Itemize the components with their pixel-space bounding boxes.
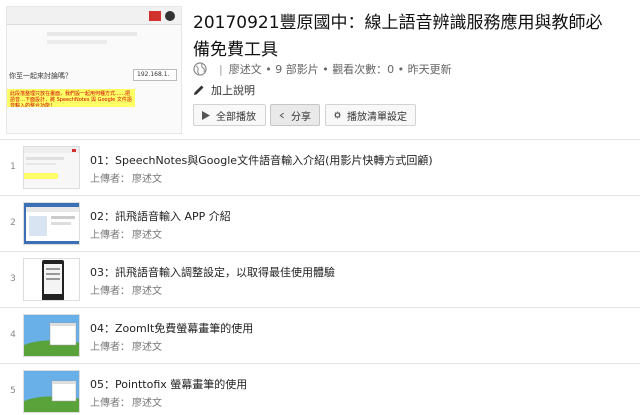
view-count: 觀看次數：0 [332, 63, 395, 76]
video-uploader: 上傳者： 廖述文 [90, 170, 162, 185]
video-uploader: 上傳者： 廖述文 [90, 226, 162, 241]
video-index: 1 [10, 162, 16, 172]
share-button[interactable]: 分享 [270, 104, 320, 126]
uploader-name-link[interactable]: 廖述文 [132, 286, 162, 297]
video-uploader: 上傳者： 廖述文 [90, 338, 162, 353]
cover-avatar [165, 11, 175, 21]
playlist-settings-label: 播放清單設定 [347, 111, 407, 123]
play-icon [202, 110, 210, 120]
video-index: 4 [10, 330, 16, 340]
video-title-link[interactable]: 02：訊飛語音輸入 APP 介紹 [90, 208, 231, 224]
video-uploader: 上傳者： 廖述文 [90, 394, 162, 409]
uploader-name-link[interactable]: 廖述文 [132, 342, 162, 353]
playlist-title: 20170921豐原國中：線上語音辨識服務應用與教師必備免費工具 [193, 13, 603, 60]
playlist-video-row[interactable]: 1 01：SpeechNotes與Google文件語音輸入介紹(用影片快轉方式回… [0, 139, 640, 195]
video-index: 5 [10, 386, 16, 396]
add-description-label: 加上說明 [211, 84, 255, 97]
share-icon [279, 112, 284, 118]
pencil-icon [194, 85, 204, 95]
cover-note: 此段落整理只放在畫面，我們設一起用何種方式……把語音…下面設計，將 Speech… [7, 89, 135, 107]
video-uploader: 上傳者： 廖述文 [90, 282, 162, 297]
thumbnail-image [24, 203, 79, 244]
playlist-header: 你至一起來討論嗎？ 192.168.1. 此段落整理只放在畫面，我們設一起用何種… [0, 0, 640, 140]
thumbnail-image [24, 315, 79, 356]
playlist-video-row[interactable]: 2 02：訊飛語音輸入 APP 介紹 上傳者： 廖述文 [0, 195, 640, 251]
globe-icon [193, 62, 207, 76]
video-title-link[interactable]: 04：ZoomIt免費螢幕畫筆的使用 [90, 320, 253, 336]
video-title-link[interactable]: 03：訊飛語音輸入調整設定，以取得最佳使用體驗 [90, 264, 335, 280]
uploader-label: 上傳者： [90, 286, 130, 297]
playlist-settings-button[interactable]: 播放清單設定 [325, 104, 416, 126]
playlist-video-row[interactable]: 5 05：Pointtofix 螢幕畫筆的使用 上傳者： 廖述文 [0, 363, 640, 415]
play-all-label: 全部播放 [216, 111, 256, 123]
playlist-owner-link[interactable]: 廖述文 [229, 61, 262, 77]
video-title-link[interactable]: 01：SpeechNotes與Google文件語音輸入介紹(用影片快轉方式回顧) [90, 152, 433, 168]
thumbnail-image [24, 147, 79, 188]
cover-line [47, 32, 137, 36]
meta-dot: • [318, 62, 333, 76]
video-thumbnail[interactable] [23, 370, 80, 413]
cover-logo [149, 11, 161, 21]
updated-date: 昨天更新 [407, 63, 452, 76]
meta-divider: | [219, 62, 223, 76]
uploader-name-link[interactable]: 廖述文 [132, 174, 162, 185]
playlist-meta: | 廖述文 • 9 部影片 • 觀看次數：0 • 昨天更新 [193, 60, 452, 78]
uploader-name-link[interactable]: 廖述文 [132, 398, 162, 409]
uploader-label: 上傳者： [90, 342, 130, 353]
video-title-link[interactable]: 05：Pointtofix 螢幕畫筆的使用 [90, 376, 247, 392]
video-index: 3 [10, 274, 16, 284]
video-index: 2 [10, 218, 16, 228]
cover-ip: 192.168.1. [133, 69, 177, 81]
uploader-label: 上傳者： [90, 230, 130, 241]
video-thumbnail[interactable] [23, 202, 80, 245]
uploader-label: 上傳者： [90, 174, 130, 185]
video-thumbnail[interactable] [23, 146, 80, 189]
meta-dot: • [394, 62, 408, 76]
video-thumbnail[interactable] [23, 258, 80, 301]
add-description-button[interactable]: 加上說明 [193, 82, 255, 98]
meta-dot: • [261, 62, 276, 76]
cover-heading: 你至一起來討論嗎？ [9, 72, 72, 80]
video-thumbnail[interactable] [23, 314, 80, 357]
playlist-video-row[interactable]: 4 04：ZoomIt免費螢幕畫筆的使用 上傳者： 廖述文 [0, 307, 640, 363]
uploader-label: 上傳者： [90, 398, 130, 409]
video-count: 9 部影片 [275, 63, 319, 76]
thumbnail-image [24, 371, 79, 412]
thumbnail-image [24, 259, 79, 300]
share-label: 分享 [291, 111, 311, 123]
cover-line [47, 40, 107, 44]
uploader-name-link[interactable]: 廖述文 [132, 230, 162, 241]
playlist-video-row[interactable]: 3 03：訊飛語音輸入調整設定，以取得最佳使用體驗 上傳者： 廖述文 [0, 251, 640, 307]
playlist-cover-thumbnail[interactable]: 你至一起來討論嗎？ 192.168.1. 此段落整理只放在畫面，我們設一起用何種… [6, 6, 182, 134]
play-all-button[interactable]: 全部播放 [193, 104, 266, 126]
gear-icon [334, 111, 341, 119]
